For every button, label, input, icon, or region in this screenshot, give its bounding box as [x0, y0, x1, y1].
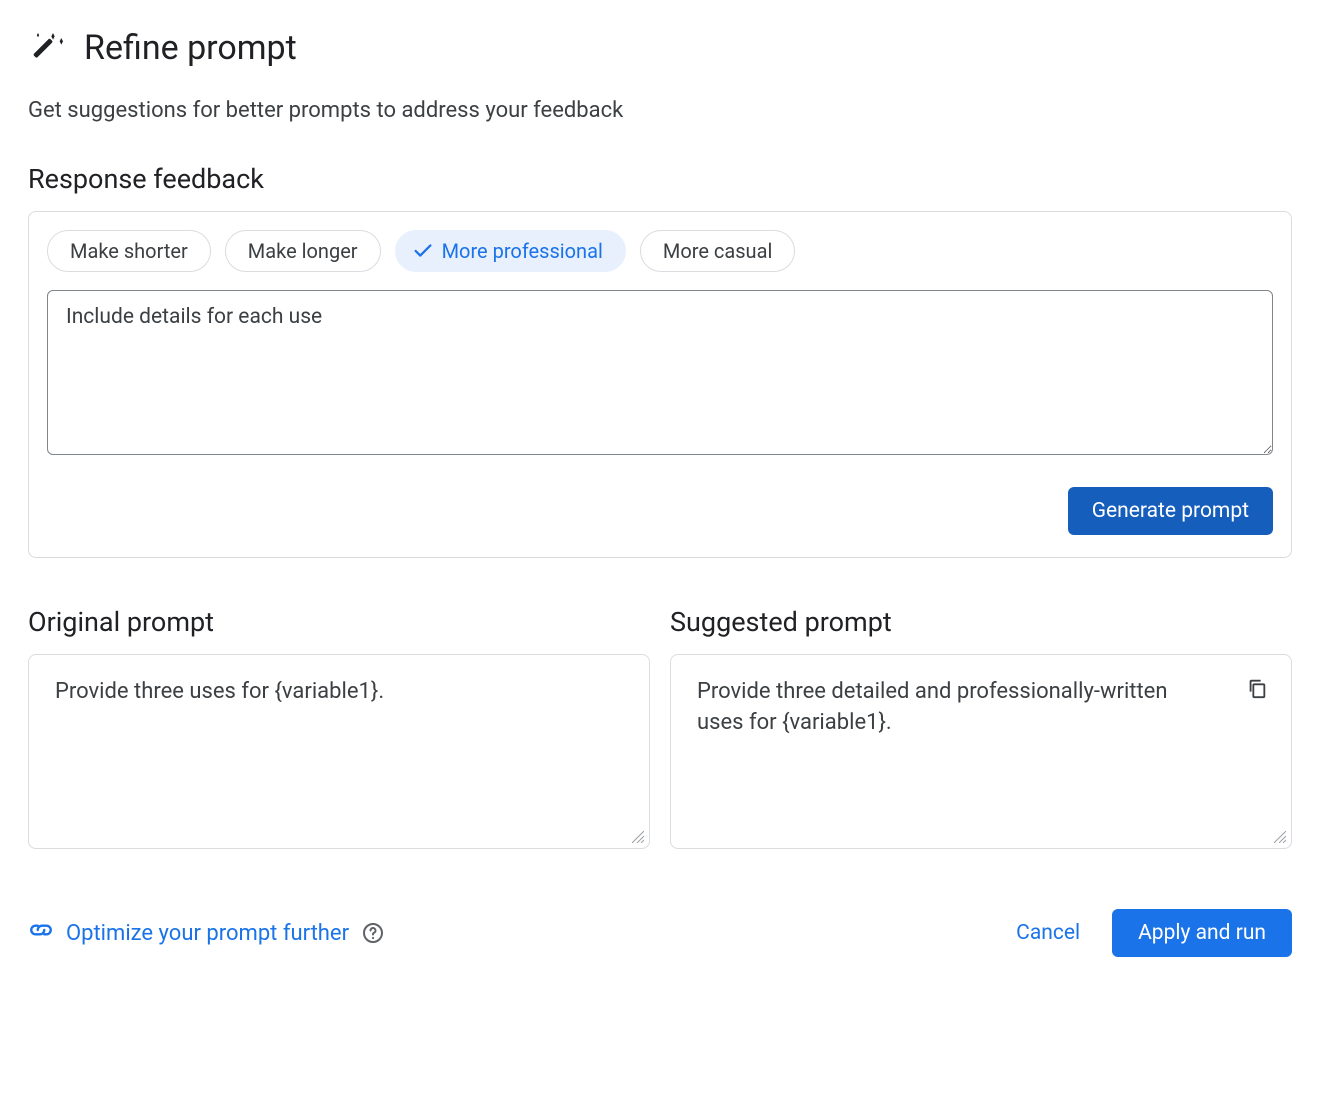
help-icon[interactable]: [361, 921, 385, 945]
resize-handle-icon: [632, 831, 646, 845]
suggested-prompt-text: Provide three detailed and professionall…: [697, 677, 1265, 739]
suggested-prompt-box[interactable]: Provide three detailed and professionall…: [670, 654, 1292, 849]
feedback-heading: Response feedback: [28, 163, 1292, 195]
chip-make-shorter[interactable]: Make shorter: [47, 230, 211, 272]
chip-make-longer[interactable]: Make longer: [225, 230, 381, 272]
feedback-card: Make shorter Make longer More profession…: [28, 211, 1292, 558]
apply-and-run-button[interactable]: Apply and run: [1112, 909, 1292, 957]
suggested-prompt-heading: Suggested prompt: [670, 606, 1292, 638]
footer-left: Optimize your prompt further: [28, 917, 385, 949]
check-icon: [412, 240, 434, 262]
resize-handle-icon: [1274, 831, 1288, 845]
page-title: Refine prompt: [84, 28, 297, 68]
link-icon: [28, 917, 54, 949]
chip-label: Make longer: [248, 239, 358, 263]
suggested-prompt-column: Suggested prompt Provide three detailed …: [670, 606, 1292, 849]
generate-prompt-button[interactable]: Generate prompt: [1068, 487, 1273, 535]
chip-more-casual[interactable]: More casual: [640, 230, 795, 272]
original-prompt-column: Original prompt Provide three uses for {…: [28, 606, 650, 849]
feedback-chips: Make shorter Make longer More profession…: [47, 230, 1273, 272]
chip-label: More professional: [442, 239, 603, 263]
cancel-button[interactable]: Cancel: [998, 909, 1098, 957]
generate-row: Generate prompt: [47, 487, 1273, 535]
chip-label: Make shorter: [70, 239, 188, 263]
title-row: Refine prompt: [28, 28, 1292, 68]
feedback-textarea[interactable]: [47, 290, 1273, 455]
copy-icon: [1246, 677, 1268, 702]
optimize-further-link[interactable]: Optimize your prompt further: [66, 921, 349, 946]
magic-wand-icon: [28, 28, 68, 68]
prompts-grid: Original prompt Provide three uses for {…: [28, 606, 1292, 849]
footer-row: Optimize your prompt further Cancel Appl…: [28, 909, 1292, 957]
original-prompt-text: Provide three uses for {variable1}.: [55, 679, 384, 704]
copy-button[interactable]: [1243, 675, 1271, 703]
chip-label: More casual: [663, 239, 772, 263]
chip-more-professional[interactable]: More professional: [395, 230, 626, 272]
original-prompt-box[interactable]: Provide three uses for {variable1}.: [28, 654, 650, 849]
page-subtitle: Get suggestions for better prompts to ad…: [28, 98, 1292, 123]
refine-prompt-dialog: Refine prompt Get suggestions for better…: [0, 0, 1320, 977]
original-prompt-heading: Original prompt: [28, 606, 650, 638]
